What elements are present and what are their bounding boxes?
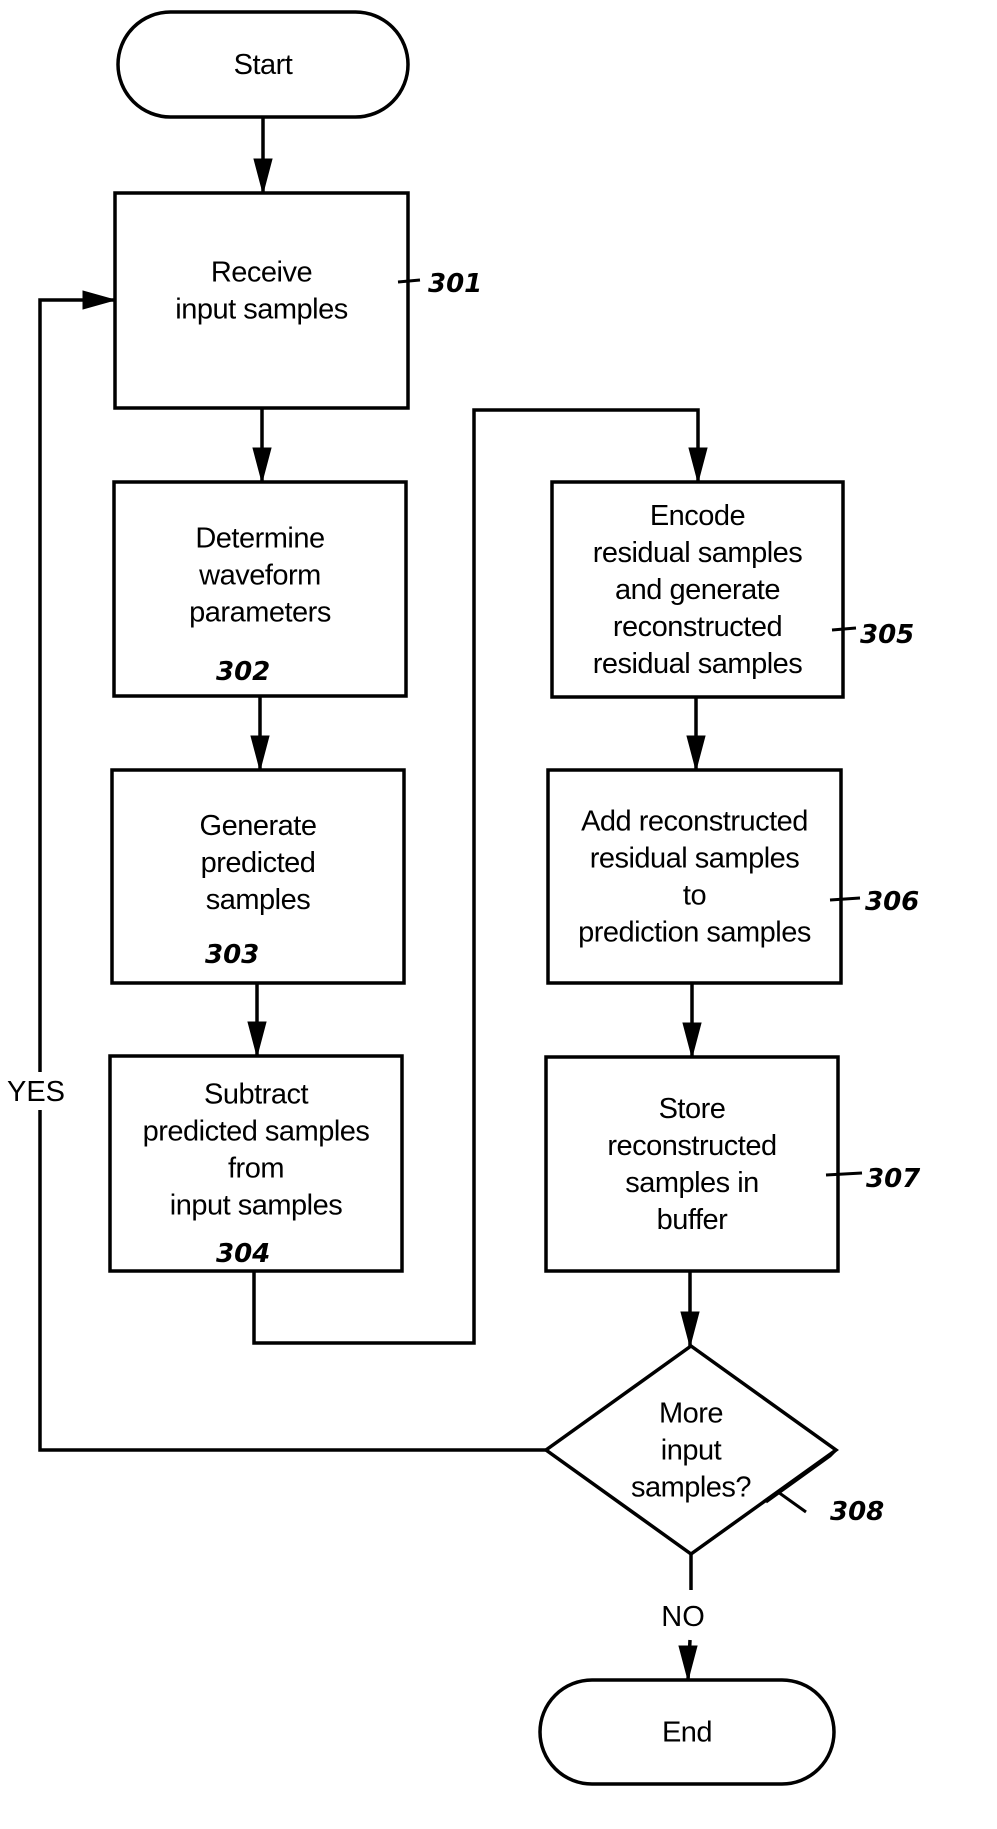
node-end: End (538, 1678, 836, 1786)
node-label-line: Determine (195, 522, 324, 554)
node-label-line: from (228, 1152, 284, 1184)
reference-numeral: 302 (216, 657, 270, 687)
node-label-line: End (662, 1716, 712, 1748)
reference-numeral: 306 (865, 887, 919, 917)
node-label-line: reconstructed (607, 1130, 776, 1162)
edge-308-yes-loop-upper (38, 298, 115, 1072)
node-label-line: Generate (200, 810, 317, 842)
node-start: Start (116, 10, 410, 119)
reference-numeral: 307 (866, 1164, 921, 1194)
flowchart: Start Receive input samples Determine wavefo… (7, 10, 921, 1786)
arrowhead-down-icon (686, 735, 706, 772)
node-label-line: samples? (631, 1471, 751, 1503)
node-n305: Encode residual samples and generate recons… (550, 480, 845, 699)
node-label-line: Subtract (204, 1078, 308, 1110)
node-label-line: Encode (650, 500, 745, 532)
node-label-line: residual samples (593, 648, 803, 680)
node-label-line: reconstructed (613, 611, 782, 643)
arrowhead-down-icon (247, 1021, 267, 1058)
node-label-line: to (683, 879, 706, 911)
reference-leader-line (397, 278, 421, 284)
reference-leader-line (829, 896, 861, 902)
node-label-line: Store (659, 1093, 726, 1125)
process-shape (544, 1055, 840, 1273)
edge-label-no: NO (661, 1601, 705, 1633)
arrowhead-down-icon (252, 447, 272, 484)
arrowhead-down-icon (253, 158, 273, 195)
node-label-line: samples (206, 884, 311, 916)
node-label-line: Add reconstructed (581, 805, 808, 837)
node-label-line: and generate (615, 574, 780, 606)
edge-label-yes: YES (7, 1076, 65, 1108)
node-label-line: input (661, 1434, 722, 1466)
node-label: End (662, 1716, 712, 1748)
node-label: Start (234, 49, 293, 81)
arrowhead-down-icon (250, 735, 270, 772)
node-label-line: Start (234, 49, 293, 81)
node-label-line: More (659, 1397, 723, 1429)
node-n301: Receive input samples (113, 191, 410, 410)
reference-leader-line (831, 626, 857, 632)
reference-leader-line (825, 1171, 863, 1177)
node-label-line: input samples (175, 293, 347, 325)
reference-numeral: 303 (205, 940, 259, 970)
node-label-line: buffer (657, 1204, 728, 1236)
process-shape (546, 768, 843, 985)
node-label: Generate predicted samples (200, 810, 317, 916)
node-label-line: parameters (189, 596, 331, 628)
reference-numeral: 304 (216, 1239, 270, 1269)
reference-numeral: 305 (860, 620, 914, 650)
node-label-line: input samples (170, 1189, 342, 1221)
node-label-line: waveform (198, 559, 321, 591)
node-label-line: predicted (201, 847, 316, 879)
node-label-line: Receive (211, 256, 312, 288)
node-n308: More input samples? (542, 1343, 840, 1557)
node-label-line: residual samples (590, 842, 800, 874)
arrowhead-down-icon (688, 447, 708, 484)
arrowhead-down-icon (678, 1645, 698, 1682)
node-n306: Add reconstructed residual samples to predi… (546, 768, 843, 985)
arrowhead-down-icon (680, 1311, 700, 1348)
node-label-line: residual samples (593, 537, 803, 569)
node-label: Determine waveform parameters (189, 522, 331, 628)
reference-numeral: 308 (830, 1497, 884, 1527)
node-label-line: prediction samples (578, 916, 811, 948)
node-n307: Store reconstructed samples in buffer (544, 1055, 840, 1273)
node-label-line: predicted samples (143, 1115, 370, 1147)
node-label-line: samples in (625, 1167, 759, 1199)
arrowhead-right-icon (82, 290, 117, 310)
arrowhead-down-icon (682, 1022, 702, 1059)
reference-numeral: 301 (428, 269, 482, 299)
